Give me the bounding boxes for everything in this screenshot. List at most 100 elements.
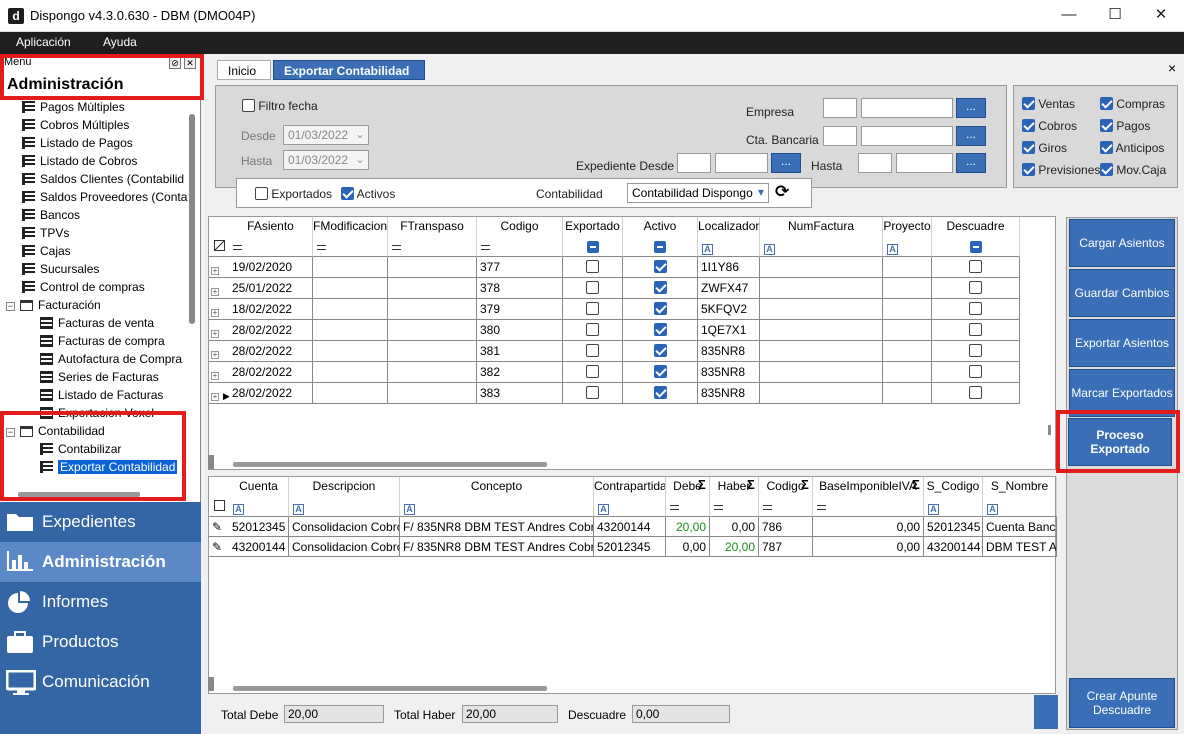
column-header[interactable]: Localizador <box>698 217 760 237</box>
empresa-name-input[interactable] <box>861 98 953 118</box>
descuadre-checkbox[interactable] <box>932 362 1020 383</box>
column-header[interactable]: Cuenta <box>229 477 289 497</box>
nav-productos[interactable]: Productos <box>0 622 201 662</box>
close-tab-icon[interactable]: × <box>1168 60 1176 76</box>
row-expander[interactable]: + <box>209 278 229 299</box>
text-filter-icon[interactable]: A <box>987 504 998 515</box>
exportado-checkbox[interactable] <box>563 299 623 320</box>
sum-icon[interactable]: Σ <box>801 477 809 492</box>
text-filter-icon[interactable]: A <box>702 244 713 255</box>
detail-scroll-left[interactable] <box>208 677 214 691</box>
activo-checkbox[interactable] <box>623 341 698 362</box>
tab-exportar-contabilidad[interactable]: Exportar Contabilidad <box>273 60 425 80</box>
expediente-desde-code[interactable] <box>677 153 711 173</box>
tree-item[interactable]: Pagos Múltiples <box>22 100 212 118</box>
expediente-hasta-browse[interactable]: ... <box>956 153 986 173</box>
filter-editor-icon[interactable] <box>209 497 229 517</box>
tree-item[interactable]: Series de Facturas <box>40 370 230 388</box>
menu-ayuda[interactable]: Ayuda <box>103 35 137 49</box>
column-filter[interactable] <box>932 237 1020 257</box>
text-filter-icon[interactable]: A <box>764 244 775 255</box>
column-header[interactable]: BaseImponibleIVA <box>813 477 924 497</box>
filter-editor-icon[interactable] <box>209 237 229 257</box>
column-filter[interactable] <box>563 237 623 257</box>
expediente-desde-browse[interactable]: ... <box>771 153 801 173</box>
type-checkbox-giros[interactable]: Giros <box>1022 141 1067 155</box>
activo-checkbox[interactable] <box>623 383 698 404</box>
nav-expedientes[interactable]: Expedientes <box>0 502 201 542</box>
close-window-button[interactable]: ✕ <box>1138 0 1184 32</box>
column-header[interactable]: FTranspaso <box>388 217 477 237</box>
exportado-checkbox[interactable] <box>563 320 623 341</box>
expander-icon[interactable]: − <box>6 302 15 311</box>
descuadre-checkbox[interactable] <box>932 320 1020 341</box>
column-filter[interactable]: A <box>594 497 666 517</box>
tree-item[interactable]: Listado de Cobros <box>22 154 212 172</box>
column-header[interactable]: Codigo <box>477 217 563 237</box>
row-expander[interactable]: + <box>209 320 229 341</box>
crear-apunte-descuadre-button[interactable]: Crear Apunte Descuadre <box>1069 678 1175 728</box>
tree-item[interactable]: Autofactura de Compra <box>40 352 230 370</box>
activos-checkbox[interactable]: Activos <box>341 187 395 201</box>
column-filter[interactable]: A <box>883 237 932 257</box>
menu-aplicacion[interactable]: Aplicación <box>16 35 71 49</box>
equals-filter-icon[interactable] <box>817 505 826 510</box>
column-filter[interactable]: A <box>760 237 883 257</box>
text-filter-icon[interactable]: A <box>293 504 304 515</box>
table-row[interactable]: ✎ 43200144 Consolidacion Cobro F/ 835NR8 DB… <box>209 537 1057 557</box>
activo-checkbox[interactable] <box>623 362 698 383</box>
table-row[interactable]: ✎ 52012345 Consolidacion Cobro F/ 835NR8 DB… <box>209 517 1057 537</box>
tree-item[interactable]: Cobros Múltiples <box>22 118 212 136</box>
row-expander[interactable]: + <box>209 341 229 362</box>
table-row[interactable]: +28/02/2022 382 835NR8 <box>209 362 1057 383</box>
filter-toggle-icon[interactable] <box>654 241 666 253</box>
descuadre-checkbox[interactable] <box>932 341 1020 362</box>
column-header[interactable]: S_Nombre <box>983 477 1057 497</box>
tree-item[interactable]: Cajas <box>22 244 212 262</box>
column-filter[interactable] <box>313 237 388 257</box>
equals-filter-icon[interactable] <box>670 505 679 510</box>
type-checkbox-anticipos[interactable]: Anticipos <box>1100 141 1164 155</box>
exportado-checkbox[interactable] <box>563 383 623 404</box>
refresh-icon[interactable]: ⟳ <box>775 182 789 202</box>
empresa-code-input[interactable] <box>823 98 857 118</box>
tree-item[interactable]: Listado de Facturas <box>40 388 230 406</box>
maximize-button[interactable]: ☐ <box>1092 0 1138 32</box>
nav-informes[interactable]: Informes <box>0 582 201 622</box>
contabilidad-select[interactable]: Contabilidad Dispongo ▾ <box>627 183 769 203</box>
column-header[interactable]: FAsiento <box>229 217 313 237</box>
sum-icon[interactable]: Σ <box>698 477 706 492</box>
column-filter[interactable] <box>623 237 698 257</box>
cta-browse-button[interactable]: ... <box>956 126 986 146</box>
exportar-asientos-button[interactable]: Exportar Asientos <box>1069 319 1175 367</box>
column-header[interactable]: FModificacion <box>313 217 388 237</box>
column-header[interactable]: Contrapartida <box>594 477 666 497</box>
activo-checkbox[interactable] <box>623 320 698 341</box>
expediente-hasta-input[interactable] <box>896 153 953 173</box>
table-row[interactable]: +28/02/2022 380 1QE7X1 <box>209 320 1057 341</box>
exportado-checkbox[interactable] <box>563 257 623 278</box>
filtro-fecha-checkbox[interactable]: Filtro fecha <box>242 99 318 113</box>
row-expander[interactable]: + <box>209 362 229 383</box>
equals-filter-icon[interactable] <box>714 505 723 510</box>
column-header[interactable]: NumFactura <box>760 217 883 237</box>
column-header[interactable]: Proyecto <box>883 217 932 237</box>
type-checkbox-previsiones[interactable]: Previsiones <box>1022 163 1100 177</box>
descuadre-checkbox[interactable] <box>932 299 1020 320</box>
column-filter[interactable] <box>666 497 710 517</box>
tree-scrollbar[interactable] <box>189 114 195 324</box>
expediente-hasta-code[interactable] <box>858 153 892 173</box>
activo-checkbox[interactable] <box>623 278 698 299</box>
column-filter[interactable] <box>710 497 759 517</box>
column-filter[interactable] <box>388 237 477 257</box>
nav-comunicacin[interactable]: Comunicación <box>0 662 201 702</box>
activo-checkbox[interactable] <box>623 257 698 278</box>
column-filter[interactable]: A <box>289 497 400 517</box>
equals-filter-icon[interactable] <box>233 245 242 250</box>
column-filter[interactable]: A <box>924 497 983 517</box>
apuntes-hscrollbar[interactable] <box>233 686 547 691</box>
tree-item[interactable]: Saldos Proveedores (Conta <box>22 190 212 208</box>
text-filter-icon[interactable]: A <box>887 244 898 255</box>
tree-item[interactable]: TPVs <box>22 226 212 244</box>
activo-checkbox[interactable] <box>623 299 698 320</box>
